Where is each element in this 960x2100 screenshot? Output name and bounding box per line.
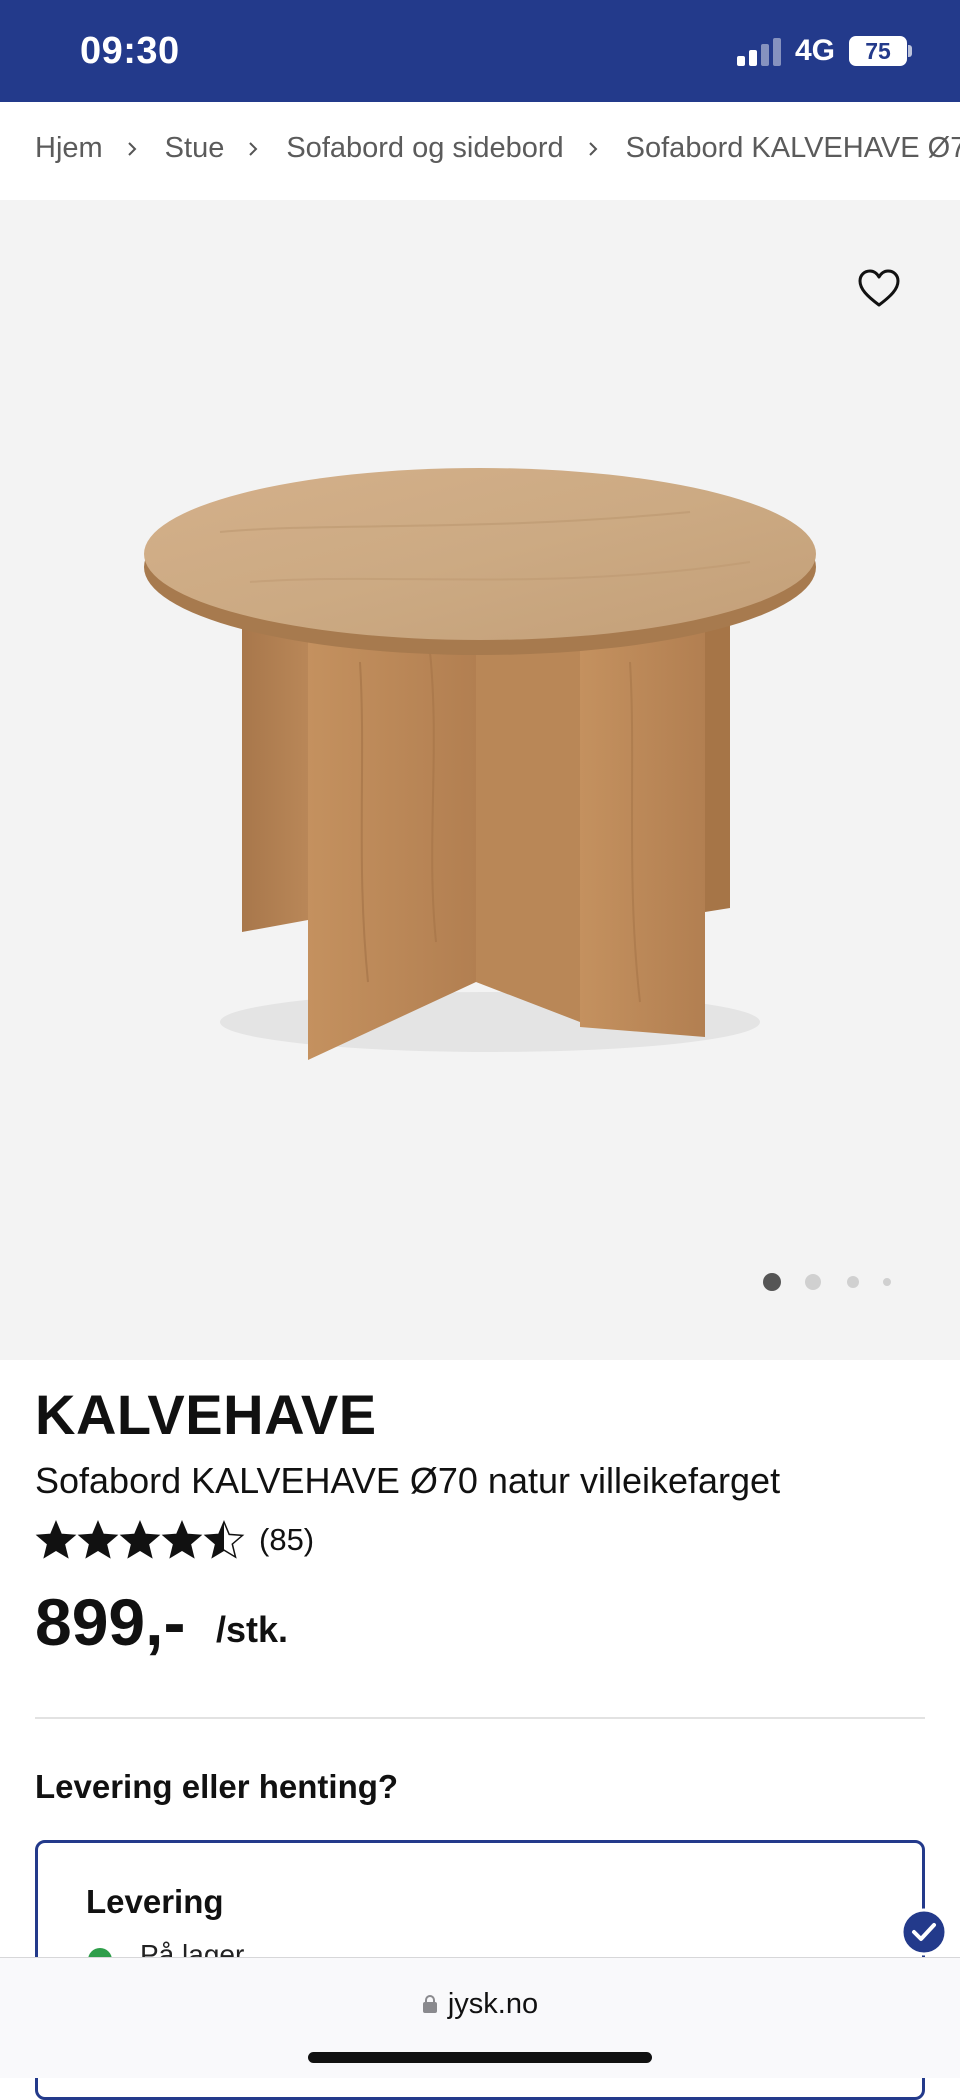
network-type: 4G — [795, 34, 836, 67]
gallery-dot-4[interactable] — [883, 1278, 891, 1286]
address-bar[interactable]: jysk.no — [0, 1988, 960, 2021]
url-text: jysk.no — [447, 1988, 539, 2020]
gallery-dot-3[interactable] — [847, 1276, 859, 1288]
browser-bottom-bar: jysk.no — [0, 1957, 960, 2078]
gallery-dot-1[interactable] — [763, 1273, 781, 1291]
lock-icon — [422, 1995, 437, 2013]
breadcrumb: Hjem Stue Sofabord og sidebord Sofabord … — [0, 102, 960, 200]
chevron-right-icon — [125, 141, 139, 156]
star-icon — [203, 1520, 245, 1559]
product-name: Sofabord KALVEHAVE Ø70 natur villeikefar… — [35, 1460, 781, 1501]
delivery-option-title: Levering — [86, 1883, 224, 1920]
cellular-signal-icon — [737, 38, 781, 66]
battery-cap — [908, 45, 912, 57]
divider — [35, 1717, 925, 1719]
star-icon — [119, 1520, 161, 1559]
gallery-dot-2[interactable] — [805, 1274, 821, 1290]
star-icon — [161, 1520, 203, 1559]
breadcrumb-stue[interactable]: Stue — [165, 132, 225, 165]
checkmark-icon — [900, 1908, 948, 1956]
breadcrumb-current-product[interactable]: Sofabord KALVEHAVE Ø70 — [626, 132, 960, 165]
product-brand: KALVEHAVE — [35, 1383, 377, 1446]
star-icon — [35, 1520, 77, 1559]
product-price: 899,- — [35, 1585, 186, 1659]
delivery-question: Levering eller henting? — [35, 1768, 399, 1805]
status-bar: 09:30 4G 75 — [0, 0, 960, 102]
rating-stars — [35, 1519, 245, 1561]
product-rating[interactable]: (85) — [35, 1518, 314, 1562]
breadcrumb-home[interactable]: Hjem — [35, 132, 103, 165]
status-time: 09:30 — [80, 30, 180, 72]
battery-icon: 75 — [849, 36, 907, 66]
rating-count[interactable]: (85) — [259, 1522, 314, 1558]
breadcrumb-sofabord-og-sidebord[interactable]: Sofabord og sidebord — [286, 132, 563, 165]
chevron-right-icon — [246, 141, 260, 156]
star-icon — [77, 1520, 119, 1559]
gallery-pagination — [0, 1272, 960, 1292]
coffee-table-image — [144, 468, 816, 1060]
chevron-right-icon — [586, 141, 600, 156]
favorite-heart-icon[interactable] — [857, 268, 901, 308]
price-unit: /stk. — [216, 1609, 289, 1650]
home-indicator[interactable] — [308, 2052, 652, 2063]
